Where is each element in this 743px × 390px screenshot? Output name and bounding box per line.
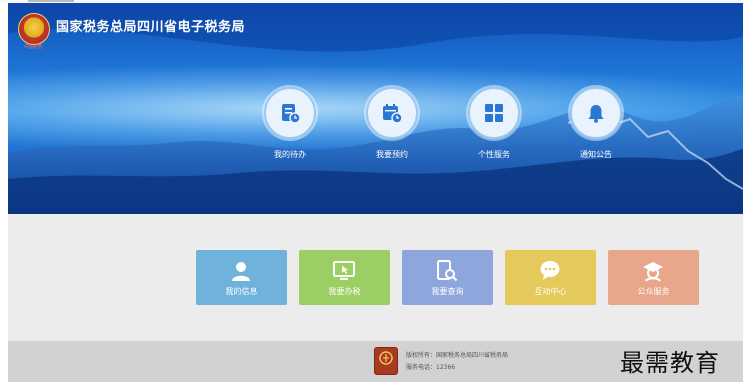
quick-action-label: 通知公告 — [580, 150, 612, 159]
service-area: 我的信息 我要办税 我要查询 互动中心 公众服务 — [8, 214, 743, 341]
site-title: 国家税务总局四川省电子税务局 — [56, 20, 246, 35]
calendar-clock-icon — [366, 87, 418, 139]
tile-query[interactable]: 我要查询 — [402, 250, 493, 305]
monitor-cursor-icon — [333, 261, 355, 280]
user-icon — [232, 262, 250, 281]
tile-label: 公众服务 — [637, 287, 670, 296]
hero-banner: 中国税务 国家税务总局四川省电子税务局 我的待办 我要预约 个性服务 通知公告 — [8, 3, 743, 214]
tile-label: 我的信息 — [225, 287, 258, 296]
search-document-icon — [437, 260, 458, 282]
bottom-strip — [0, 382, 743, 390]
quick-action-personal-service[interactable]: 个性服务 — [439, 87, 549, 160]
quick-action-label: 我要预约 — [376, 150, 408, 159]
quick-action-my-todo[interactable]: 我的待办 — [235, 87, 345, 160]
tile-label: 我要办税 — [328, 287, 361, 296]
footer-copyright: 版权所有：国家税务总局四川省税务局 — [406, 352, 509, 359]
chat-bubble-icon — [540, 261, 560, 280]
quick-action-appointment[interactable]: 我要预约 — [337, 87, 447, 160]
quick-action-notices[interactable]: 通知公告 — [541, 87, 651, 160]
graduate-icon — [643, 262, 663, 282]
tile-my-info[interactable]: 我的信息 — [196, 250, 287, 305]
emblem-icon — [379, 351, 393, 365]
footer-logo — [374, 347, 398, 375]
logo-caption: 中国税务 — [23, 44, 43, 50]
footer-phone: 服务电话：12366 — [406, 364, 456, 371]
quick-action-label: 我的待办 — [274, 150, 306, 159]
tile-label: 互动中心 — [534, 287, 567, 296]
watermark: 最需教育 — [620, 349, 720, 377]
bell-icon — [570, 87, 622, 139]
tax-bureau-logo[interactable] — [18, 13, 50, 45]
tile-public-service[interactable]: 公众服务 — [608, 250, 699, 305]
tile-handle-tax[interactable]: 我要办税 — [299, 250, 390, 305]
quick-action-label: 个性服务 — [478, 150, 510, 159]
grid-icon — [468, 87, 520, 139]
top-strip-mark — [28, 0, 74, 2]
tile-interaction-center[interactable]: 互动中心 — [505, 250, 596, 305]
tile-label: 我要查询 — [431, 287, 464, 296]
document-clock-icon — [264, 87, 316, 139]
